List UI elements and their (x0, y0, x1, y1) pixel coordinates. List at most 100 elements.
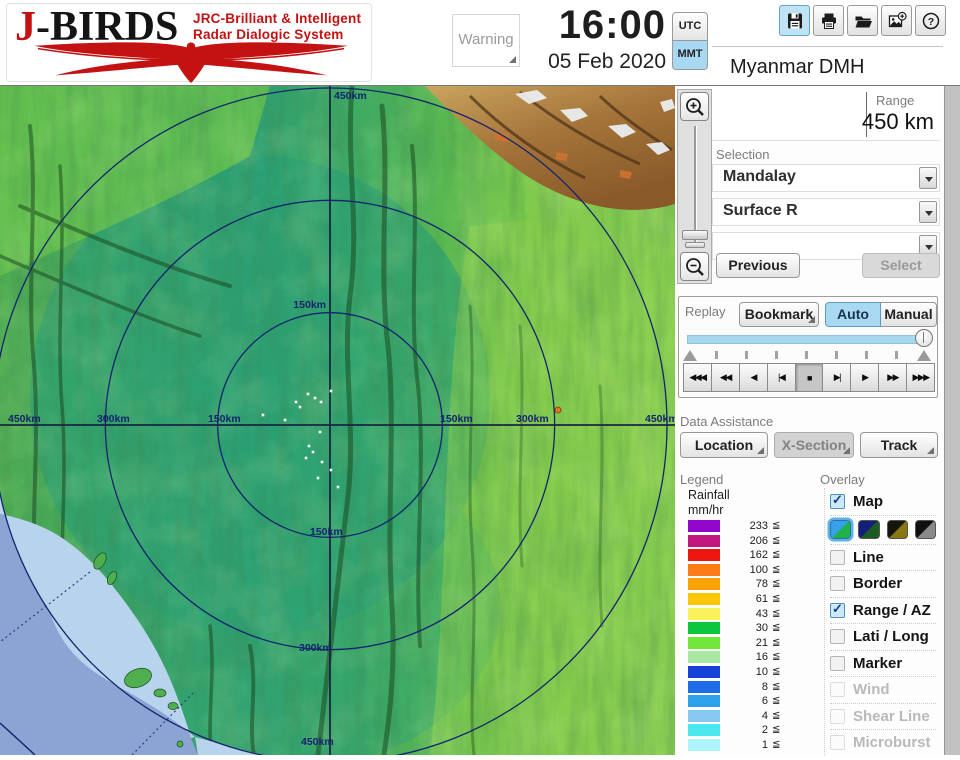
overlay-item-wind[interactable]: Wind (830, 676, 936, 703)
overlay-item-border[interactable]: Border (830, 570, 936, 597)
radar-echo (329, 468, 333, 472)
mmt-timezone-button[interactable]: MMT (672, 41, 708, 70)
save-icon[interactable] (779, 5, 810, 36)
overlay-list: Map Line Border Range / AZ Lati / Long Marker… (824, 488, 936, 756)
unchecked-checkbox-icon[interactable] (830, 735, 845, 751)
unchecked-checkbox-icon[interactable] (830, 655, 845, 671)
unchecked-checkbox-icon[interactable] (830, 629, 845, 645)
unchecked-checkbox-icon[interactable] (830, 682, 845, 698)
zoom-in-icon[interactable] (680, 92, 709, 121)
legend-entry: 30 ≦ (688, 621, 808, 636)
track-button[interactable]: Track (860, 432, 938, 458)
step-back-button[interactable]: |◀ (766, 363, 796, 392)
legend-entry: 100 ≦ (688, 563, 808, 578)
open-folder-icon[interactable] (847, 5, 878, 36)
radar-echo (311, 450, 315, 454)
unchecked-checkbox-icon[interactable] (830, 576, 845, 592)
zoom-slider-handle[interactable] (682, 230, 708, 248)
auto-button[interactable]: Auto (825, 302, 881, 327)
legend-operator: ≦ (772, 578, 781, 590)
replay-slider-handle[interactable] (915, 329, 933, 347)
range-ring-label: 300km (97, 413, 130, 425)
range-ring-label: 300km (299, 642, 332, 654)
stop-button[interactable]: ■ (794, 363, 824, 392)
radar-echo (298, 405, 302, 409)
legend-value: 162 (749, 549, 768, 562)
legend-swatch (688, 607, 720, 620)
utc-timezone-button[interactable]: UTC (672, 12, 708, 41)
replay-slider-track[interactable] (687, 335, 931, 344)
overlay-item-shear-line[interactable]: Shear Line (830, 702, 936, 730)
add-image-icon[interactable] (881, 5, 912, 36)
radar-map[interactable]: 450km 300km 150km 150km 300km 450km 450km 150km… (0, 83, 678, 760)
reverse-play-button[interactable]: ◀ (738, 363, 768, 392)
overlay-item-map[interactable]: Map (830, 488, 936, 515)
clock-date: 05 Feb 2020 (548, 50, 666, 73)
x-section-button[interactable]: X-Section (774, 432, 854, 458)
legend-operator: ≦ (772, 695, 781, 707)
map-style-swatch-selected[interactable] (830, 520, 852, 539)
legend-entry: 8 ≦ (688, 680, 808, 695)
print-icon[interactable] (813, 5, 844, 36)
overlay-item-label: Line (853, 548, 884, 566)
range-value: 450 km (861, 109, 934, 134)
radar-echo (294, 400, 298, 404)
legend-entry: 78 ≦ (688, 577, 808, 592)
map-style-swatch[interactable] (914, 520, 936, 539)
legend-value: 4 (761, 709, 768, 722)
unchecked-checkbox-icon[interactable] (830, 708, 845, 724)
playback-controls: ◀◀◀ ◀◀ ◀ |◀ ■ ▶| ▶ ▶▶ ▶▶▶ (683, 363, 936, 392)
data-assistance-label: Data Assistance (680, 414, 774, 429)
step-forward-button[interactable]: ▶| (822, 363, 852, 392)
fastest-forward-button[interactable]: ▶▶▶ (906, 363, 936, 392)
legend-operator: ≦ (772, 665, 781, 677)
overlay-item-range-az[interactable]: Range / AZ (830, 596, 936, 624)
toolbar: ? (779, 5, 946, 36)
overlay-item-line[interactable]: Line (830, 543, 936, 571)
help-icon[interactable]: ? (915, 5, 946, 36)
map-style-swatch[interactable] (886, 520, 908, 539)
previous-button[interactable]: Previous (716, 253, 800, 278)
legend-operator: ≦ (772, 534, 781, 546)
bookmark-button[interactable]: Bookmark (739, 302, 819, 327)
range-ring-label: 150km (208, 413, 241, 425)
play-button[interactable]: ▶ (850, 363, 880, 392)
map-style-swatches (830, 514, 936, 544)
overlay-item-marker[interactable]: Marker (830, 649, 936, 677)
product-select[interactable]: Surface R (712, 198, 940, 226)
checked-checkbox-icon[interactable] (830, 492, 845, 509)
warning-button[interactable]: Warning (452, 14, 520, 67)
radar-echo (261, 413, 265, 417)
site-select[interactable]: Mandalay (712, 164, 940, 192)
legend-entry: 206 ≦ (688, 534, 808, 549)
overlay-item-lati-long[interactable]: Lati / Long (830, 623, 936, 650)
fast-rewind-button[interactable]: ◀◀ (710, 363, 740, 392)
select-button[interactable]: Select (862, 253, 940, 278)
slider-tick (865, 351, 868, 359)
unchecked-checkbox-icon[interactable] (830, 549, 845, 565)
slider-tick (745, 351, 748, 359)
map-style-swatch[interactable] (858, 520, 880, 539)
legend-value: 10 (755, 665, 768, 678)
brand-tagline: JRC-Brilliant & Intelligent Radar Dialog… (193, 11, 361, 42)
legend-operator: ≦ (772, 724, 781, 736)
manual-button[interactable]: Manual (881, 302, 937, 327)
legend-value: 30 (755, 622, 768, 635)
jbirds-logo: J-BIRDS JRC-Brilliant & Intelligent Rada… (6, 3, 372, 84)
zoom-out-icon[interactable] (680, 252, 709, 281)
legend-entry: 162 ≦ (688, 548, 808, 563)
map-zoom-control (677, 89, 712, 284)
range-box: Range 450 km (712, 88, 940, 141)
overlay-item-microburst[interactable]: Microburst (830, 729, 936, 756)
chevron-down-icon[interactable] (919, 201, 937, 223)
chevron-down-icon[interactable] (919, 167, 937, 189)
checked-checkbox-icon[interactable] (830, 601, 845, 618)
fastest-rewind-button[interactable]: ◀◀◀ (683, 363, 712, 392)
range-ring-label: 150km (440, 413, 473, 425)
header-bar: J-BIRDS JRC-Brilliant & Intelligent Rada… (0, 0, 960, 86)
fast-forward-button[interactable]: ▶▶ (878, 363, 908, 392)
range-ring-label: 450km (301, 736, 334, 748)
legend-value: 233 (749, 520, 768, 532)
legend-operator: ≦ (772, 520, 781, 531)
location-button[interactable]: Location (680, 432, 768, 458)
